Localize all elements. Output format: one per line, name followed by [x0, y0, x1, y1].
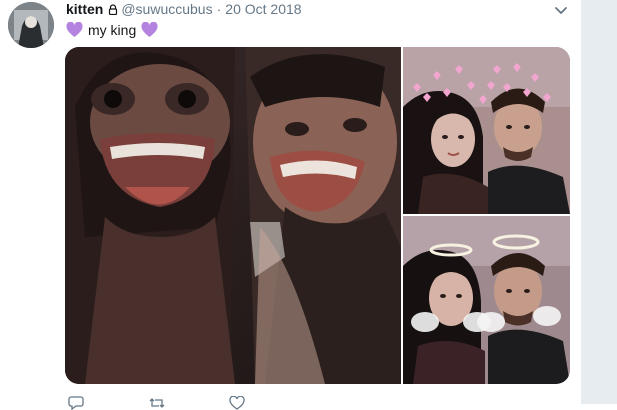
separator: · [216, 1, 222, 17]
retweet-icon[interactable] [148, 396, 166, 410]
purple-heart-icon [66, 22, 83, 38]
tweet-text: my king [66, 20, 158, 40]
reply-icon[interactable] [68, 396, 84, 410]
tweet-header: kitten @suwuccubus · 20 Oct 2018 [66, 0, 302, 18]
handle[interactable]: @suwuccubus [121, 1, 212, 17]
page-gutter [581, 0, 617, 404]
display-name[interactable]: kitten [66, 1, 103, 17]
media-grid [65, 47, 570, 384]
avatar[interactable] [8, 2, 54, 48]
purple-heart-icon [141, 22, 158, 38]
media-photo-3[interactable] [403, 216, 570, 384]
media-photo-1[interactable] [65, 47, 401, 384]
tweet-actions [66, 396, 286, 410]
lock-icon [108, 3, 118, 15]
tweet-text-content: my king [88, 22, 137, 38]
timestamp[interactable]: 20 Oct 2018 [225, 1, 301, 17]
media-photo-2[interactable] [403, 47, 570, 214]
chevron-down-icon[interactable] [553, 4, 569, 18]
like-icon[interactable] [229, 396, 245, 410]
